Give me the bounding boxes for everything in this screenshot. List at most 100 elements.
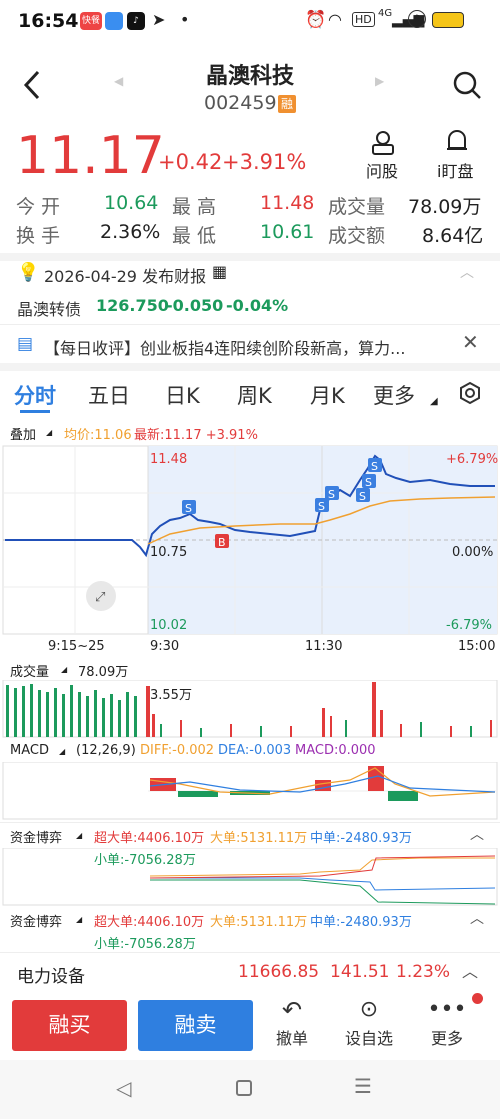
dropdown-icon: ◢ (76, 831, 83, 840)
status-bar: 16:54 快餐 ♪ ➤ • ⏰ ◠ HD 4G ▂▄▆ $ (0, 0, 500, 44)
avg-price: 均价:11.06 (64, 428, 132, 443)
more-arrow-icon[interactable]: ◢ (430, 396, 438, 407)
nav-menu-icon[interactable]: ☰ (354, 1074, 372, 1098)
add-watchlist-label: 设自选 (344, 1029, 393, 1048)
intraday-chart[interactable]: ⤢ S B S S S S S (0, 444, 500, 636)
svg-text:S: S (371, 460, 378, 473)
sector-pct: 1.23% (396, 962, 451, 982)
search-icon[interactable] (452, 70, 482, 100)
macd-chart (2, 762, 498, 820)
notification-dot (472, 993, 483, 1004)
x-label: 9:30 (150, 639, 180, 654)
y-mid: 10.75 (150, 545, 188, 560)
wifi-icon: ◠ (328, 10, 342, 29)
dropdown-icon: ◢ (76, 915, 83, 924)
fund-medium: 中单:-2480.93万 (310, 915, 412, 930)
add-watchlist-button[interactable]: ⊙ 设自选 (339, 995, 399, 1049)
collapse-icon[interactable]: ︿ (470, 824, 484, 844)
stat-value: 11.48 (260, 192, 315, 214)
latest-price: 最新:11.17 +3.91% (134, 428, 258, 443)
dropdown-icon: ◢ (46, 428, 53, 437)
bulb-icon: 💡 (17, 262, 40, 283)
tab-weekly[interactable]: 周K (237, 380, 272, 410)
volume-label[interactable]: 成交量 (10, 661, 49, 680)
expand-icon[interactable]: ︿ (462, 958, 478, 982)
margin-badge: 融 (278, 95, 296, 113)
tab-monthly[interactable]: 月K (310, 380, 345, 410)
bell-icon[interactable] (444, 128, 470, 156)
network-label: 4G (378, 8, 393, 19)
bond-name[interactable]: 晶澳转债 (17, 296, 81, 320)
svg-text:⤢: ⤢ (95, 590, 105, 605)
settings-icon[interactable] (458, 381, 482, 405)
more-button[interactable]: ••• 更多 (417, 995, 477, 1049)
current-price: 11.17 (16, 126, 165, 186)
fund-large: 大单:5131.11万 (210, 915, 308, 930)
x-label: 11:30 (305, 639, 343, 654)
sector-name[interactable]: 电力设备 (17, 962, 85, 987)
nav-back-icon[interactable]: ◁ (116, 1076, 131, 1100)
bond-pct: -0.04% (226, 296, 289, 315)
tab-five-day[interactable]: 五日 (88, 380, 130, 410)
divider (0, 253, 500, 261)
dropdown-icon: ◢ (59, 747, 66, 756)
sector-value: 11666.85 (238, 962, 320, 982)
divider (0, 822, 500, 823)
volume-total: 78.09万 (78, 665, 129, 680)
dropdown-icon: ◢ (61, 665, 68, 674)
stock-code: 002459 (204, 92, 277, 114)
hd-icon: HD (352, 12, 375, 27)
collapse-icon[interactable]: ︿ (470, 908, 484, 928)
stat-label: 今 开 (16, 196, 61, 218)
watch-label[interactable]: i盯盘 (437, 158, 473, 182)
fund-large: 大单:5131.11万 (210, 831, 308, 846)
news-headline[interactable]: 【每日收评】创业板指4连阳续创阶段新高，算力... (44, 335, 434, 359)
divider (0, 324, 500, 325)
nav-home-icon[interactable] (236, 1080, 252, 1096)
fund-label[interactable]: 资金博弈 (10, 911, 62, 930)
cancel-order-button[interactable]: ↶ 撤单 (262, 995, 322, 1049)
notice-text[interactable]: 2026-04-29 发布财报 (44, 263, 206, 287)
tab-intraday[interactable]: 分时 (14, 380, 56, 410)
fund-medium: 中单:-2480.93万 (310, 831, 412, 846)
tab-more[interactable]: 更多 (373, 380, 415, 410)
stat-label: 成交额 (328, 225, 386, 247)
svg-text:S: S (318, 500, 325, 513)
svg-text:S: S (185, 502, 192, 515)
margin-sell-button[interactable]: 融卖 (138, 1000, 253, 1051)
ask-stock-label[interactable]: 问股 (366, 158, 398, 182)
svg-text:S: S (365, 476, 372, 489)
calendar-icon[interactable]: ▦ (212, 262, 227, 281)
ellipsis-icon: ••• (427, 997, 467, 1022)
dot-icon: • (180, 10, 190, 29)
ask-stock-icon[interactable] (370, 130, 396, 156)
close-icon[interactable]: ✕ (462, 330, 479, 354)
macd-params: (12,26,9) (76, 743, 136, 758)
fund-xlarge: 超大单:4406.10万 (94, 915, 205, 930)
pct-mid: 0.00% (452, 545, 494, 560)
stat-value: 8.64亿 (422, 225, 484, 247)
macd-diff: DIFF:-0.002 (140, 743, 215, 758)
stat-value: 10.61 (260, 221, 315, 243)
collapse-icon[interactable]: ︿ (460, 262, 474, 282)
price-change-pct: +3.91% (222, 150, 307, 174)
fund-label[interactable]: 资金博弈 (10, 827, 62, 846)
fund-xlarge: 超大单:4406.10万 (94, 831, 205, 846)
more-label: 更多 (430, 1029, 463, 1048)
x-label: 9:15~25 (48, 639, 105, 654)
volume-max: 3.55万 (150, 688, 192, 703)
overlay-button[interactable]: 叠加 (10, 424, 36, 443)
stat-label: 成交量 (328, 196, 386, 218)
x-label: 15:00 (458, 639, 496, 654)
stat-value: 78.09万 (408, 196, 482, 218)
macd-value: MACD:0.000 (295, 743, 376, 758)
macd-label[interactable]: MACD (10, 743, 49, 758)
volume-chart (2, 680, 498, 738)
margin-buy-button[interactable]: 融买 (12, 1000, 127, 1051)
tab-daily[interactable]: 日K (165, 380, 200, 410)
svg-text:S: S (359, 490, 366, 503)
tiktok-icon: ♪ (127, 12, 145, 30)
app-icon (105, 12, 123, 30)
dollar-icon: $ (408, 10, 426, 28)
pct-high: +6.79% (446, 452, 499, 467)
